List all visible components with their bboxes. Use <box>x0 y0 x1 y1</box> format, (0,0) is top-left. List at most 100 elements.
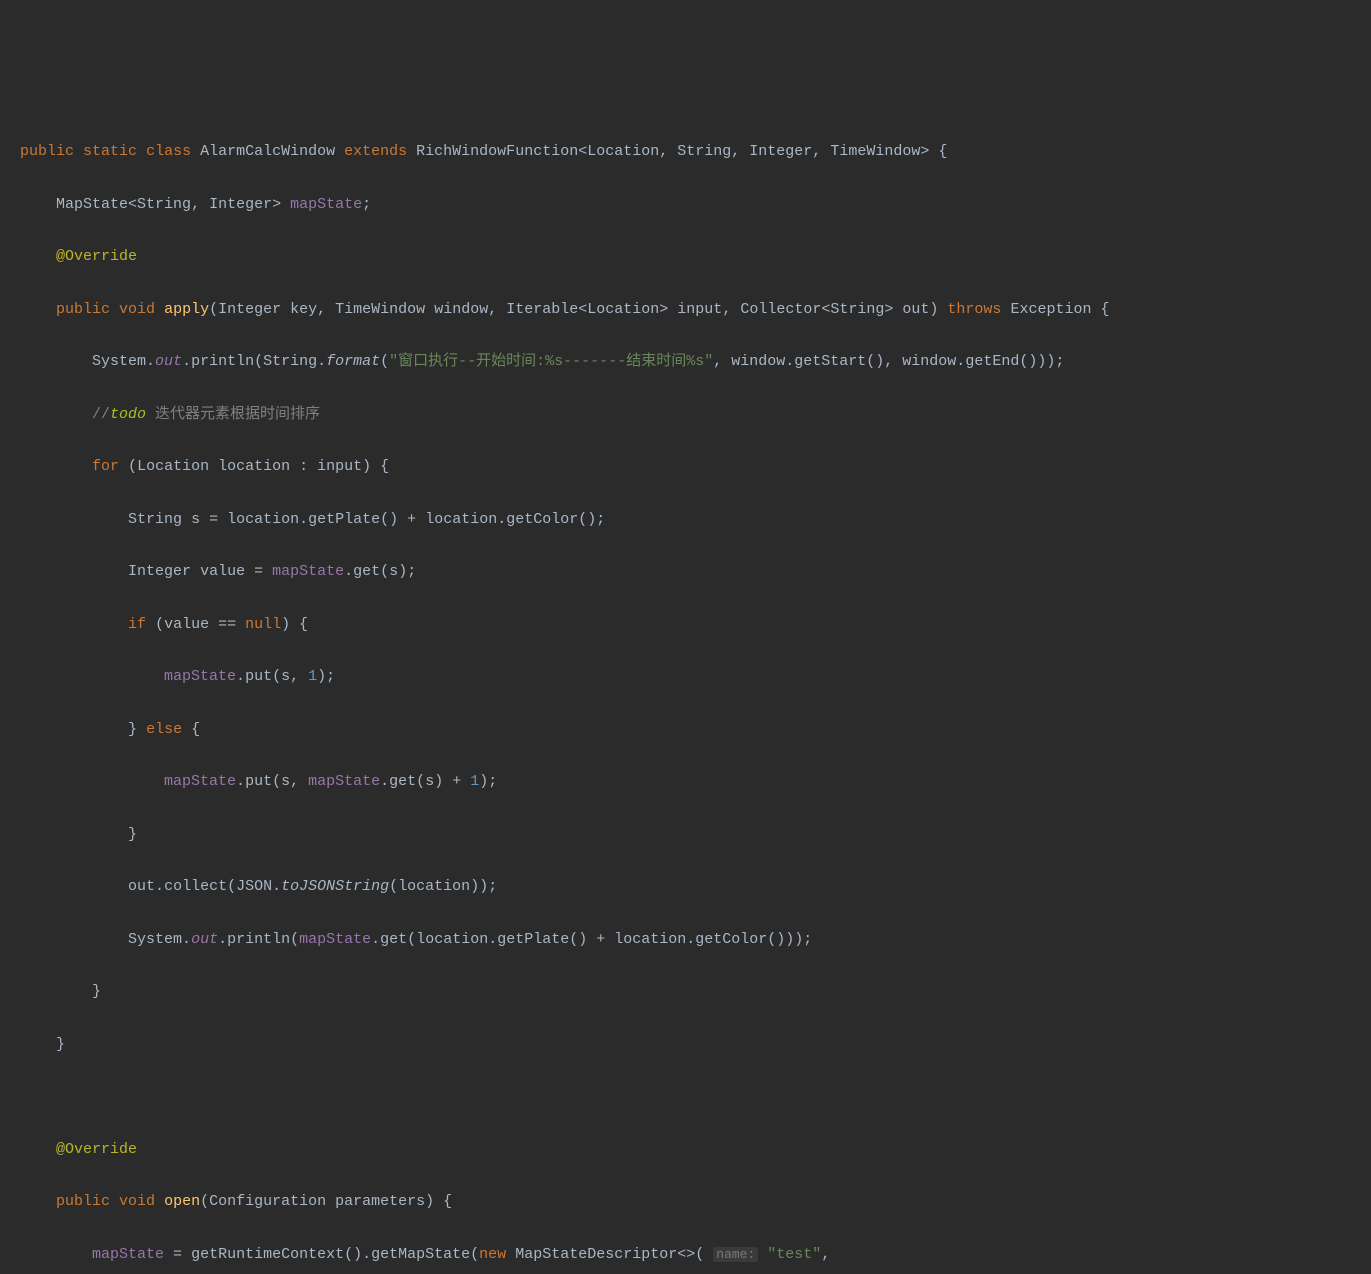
keyword: static <box>83 143 137 160</box>
variable: s <box>425 773 434 790</box>
code-line[interactable]: @Override <box>0 244 1371 270</box>
comment: // <box>92 406 110 423</box>
type: Collector <box>740 301 821 318</box>
keyword: null <box>245 616 281 633</box>
keyword: void <box>119 1193 155 1210</box>
annotation: @Override <box>56 1141 137 1158</box>
code-line[interactable]: public static class AlarmCalcWindow exte… <box>0 139 1371 165</box>
todo-marker: todo <box>110 406 146 423</box>
code-line[interactable] <box>0 1084 1371 1110</box>
method-call: toJSONString <box>281 878 389 895</box>
code-line[interactable]: System.out.println(mapState.get(location… <box>0 927 1371 953</box>
keyword: class <box>146 143 191 160</box>
generic-type: Integer <box>209 196 272 213</box>
keyword: throws <box>947 301 1001 318</box>
variable: input <box>317 458 362 475</box>
method-call: get <box>353 563 380 580</box>
generic-type: Integer <box>749 143 812 160</box>
code-line[interactable]: if (value == null) { <box>0 612 1371 638</box>
type: TimeWindow <box>335 301 425 318</box>
generic-type: Location <box>587 301 659 318</box>
code-line[interactable]: System.out.println(String.format("窗口执行--… <box>0 349 1371 375</box>
field: mapState <box>272 563 344 580</box>
keyword: else <box>146 721 182 738</box>
field: mapState <box>308 773 380 790</box>
class-name: System <box>128 931 182 948</box>
code-line[interactable]: } <box>0 822 1371 848</box>
generic-type: String <box>677 143 731 160</box>
field: mapState <box>92 1246 164 1263</box>
parameter-hint: name: <box>713 1247 758 1262</box>
code-line[interactable]: mapState = getRuntimeContext().getMapSta… <box>0 1242 1371 1268</box>
code-line[interactable]: MapState<String, Integer> mapState; <box>0 192 1371 218</box>
comment: 迭代器元素根据时间排序 <box>146 406 320 423</box>
field: out <box>155 353 182 370</box>
variable: location <box>398 878 470 895</box>
method-name: apply <box>164 301 209 318</box>
code-line[interactable]: } <box>0 979 1371 1005</box>
method-call: collect <box>164 878 227 895</box>
code-line[interactable]: mapState.put(s, mapState.get(s) + 1); <box>0 769 1371 795</box>
type: Integer <box>128 563 191 580</box>
field: out <box>191 931 218 948</box>
code-line[interactable]: } else { <box>0 717 1371 743</box>
method-call: put <box>245 668 272 685</box>
method-call: getColor <box>695 931 767 948</box>
code-line[interactable]: } <box>0 1032 1371 1058</box>
keyword: if <box>128 616 146 633</box>
field: mapState <box>299 931 371 948</box>
variable: window <box>731 353 785 370</box>
string-literal: "窗口执行--开始时间:%s-------结束时间%s" <box>389 353 713 370</box>
keyword: extends <box>344 143 407 160</box>
method-name: open <box>164 1193 200 1210</box>
method-call: println <box>227 931 290 948</box>
generic-type: String <box>830 301 884 318</box>
variable: value <box>200 563 245 580</box>
method-call: getRuntimeContext <box>191 1246 344 1263</box>
field: mapState <box>164 773 236 790</box>
variable: value <box>164 616 209 633</box>
method-call: getStart <box>794 353 866 370</box>
generic-type: TimeWindow <box>830 143 920 160</box>
variable: s <box>389 563 398 580</box>
variable: s <box>191 511 200 528</box>
param-name: key <box>290 301 317 318</box>
code-line[interactable]: out.collect(JSON.toJSONString(location))… <box>0 874 1371 900</box>
field: mapState <box>290 196 362 213</box>
code-editor[interactable]: public static class AlarmCalcWindow exte… <box>0 113 1371 1274</box>
code-line[interactable]: public void apply(Integer key, TimeWindo… <box>0 297 1371 323</box>
method-call: get <box>389 773 416 790</box>
method-call: getEnd <box>965 353 1019 370</box>
param-name: window <box>434 301 488 318</box>
keyword: for <box>92 458 119 475</box>
param-name: parameters <box>335 1193 425 1210</box>
class-name: System <box>92 353 146 370</box>
code-line[interactable]: @Override <box>0 1137 1371 1163</box>
code-line[interactable]: //todo 迭代器元素根据时间排序 <box>0 402 1371 428</box>
variable: location <box>614 931 686 948</box>
variable: location <box>227 511 299 528</box>
keyword: public <box>56 301 110 318</box>
class-name: RichWindowFunction <box>416 143 578 160</box>
code-line[interactable]: String s = location.getPlate() + locatio… <box>0 507 1371 533</box>
type: Exception <box>1010 301 1091 318</box>
code-line[interactable]: Integer value = mapState.get(s); <box>0 559 1371 585</box>
keyword: void <box>119 301 155 318</box>
method-call: getPlate <box>308 511 380 528</box>
code-line[interactable]: for (Location location : input) { <box>0 454 1371 480</box>
variable: s <box>281 668 290 685</box>
method-call: get <box>380 931 407 948</box>
class-name: MapStateDescriptor <box>515 1246 677 1263</box>
keyword: new <box>479 1246 506 1263</box>
code-line[interactable]: public void open(Configuration parameter… <box>0 1189 1371 1215</box>
method-call: format <box>326 353 380 370</box>
variable: s <box>281 773 290 790</box>
class-name: String <box>263 353 317 370</box>
type: Location <box>137 458 209 475</box>
code-line[interactable]: mapState.put(s, 1); <box>0 664 1371 690</box>
variable: out <box>128 878 155 895</box>
number-literal: 1 <box>470 773 479 790</box>
variable: window <box>902 353 956 370</box>
class-name: AlarmCalcWindow <box>200 143 335 160</box>
class-name: JSON <box>236 878 272 895</box>
